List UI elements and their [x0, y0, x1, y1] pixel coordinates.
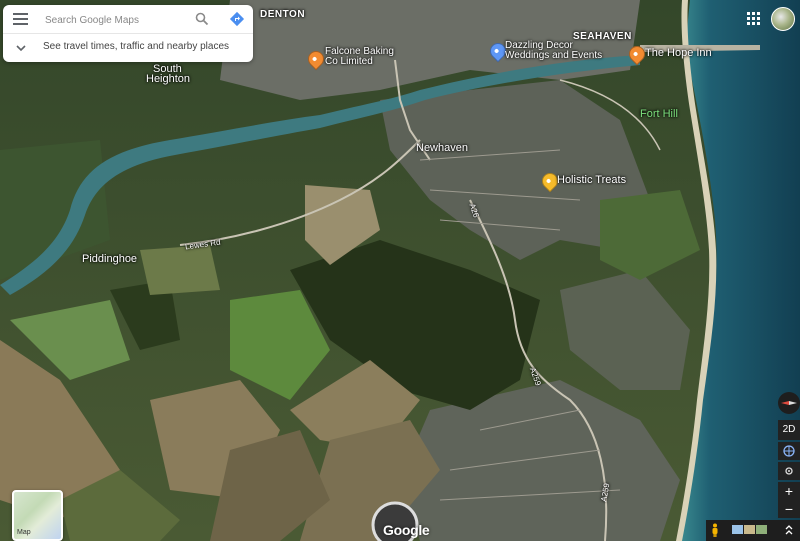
expand-icon[interactable] [784, 524, 794, 536]
poi-label: The Hope Inn [645, 47, 712, 59]
place-label-newhaven[interactable]: Newhaven [416, 142, 468, 154]
pegman-icon[interactable] [711, 523, 719, 537]
travel-hint-row[interactable]: See travel times, traffic and nearby pla… [3, 34, 253, 62]
zoom-in-button[interactable]: + [778, 482, 800, 500]
apps-grid-icon[interactable] [747, 12, 760, 25]
imagery-thumbnails-icon[interactable] [732, 525, 768, 534]
zoom-out-button[interactable]: − [778, 500, 800, 518]
chevron-down-icon[interactable] [15, 42, 27, 54]
directions-icon[interactable] [229, 11, 245, 27]
search-icon[interactable] [195, 12, 209, 26]
search-input[interactable] [43, 9, 187, 31]
poi-label: Holistic Treats [557, 174, 627, 186]
globe-icon[interactable] [778, 442, 800, 460]
place-label-piddinghoe[interactable]: Piddinghoe [82, 253, 137, 265]
poi-label: Weddings and Events [505, 50, 603, 61]
search-panel: See travel times, traffic and nearby pla… [3, 5, 253, 62]
search-row [3, 5, 253, 34]
compass-icon[interactable] [778, 392, 800, 414]
place-label-denton[interactable]: DENTON [260, 9, 305, 20]
travel-hint-text[interactable]: See travel times, traffic and nearby pla… [43, 41, 229, 52]
my-location-icon[interactable] [778, 462, 800, 480]
poi-label: Co Limited [325, 56, 373, 67]
place-label-seahaven[interactable]: SEAHAVEN [573, 31, 632, 42]
google-logo: Google [383, 522, 430, 538]
view-2d-button[interactable]: 2D [778, 420, 800, 440]
place-label-heighton[interactable]: Heighton [146, 73, 190, 85]
menu-icon[interactable] [13, 13, 28, 25]
map-layer-label: Map [17, 529, 31, 536]
place-label-fort-hill[interactable]: Fort Hill [640, 108, 678, 120]
avatar[interactable] [771, 7, 795, 31]
map-layer-toggle[interactable]: Map [12, 490, 63, 541]
satellite-map[interactable] [0, 0, 800, 541]
